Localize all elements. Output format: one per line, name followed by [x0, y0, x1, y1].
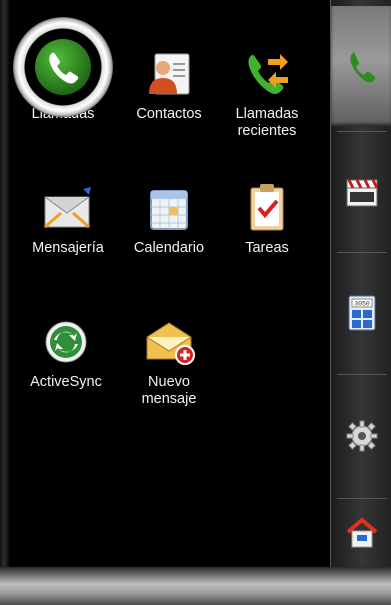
- contacts-icon: [149, 53, 190, 95]
- app-contactos[interactable]: Contactos: [123, 46, 215, 123]
- recent-calls-icon: [248, 54, 288, 94]
- category-sidebar: 3050: [330, 0, 391, 567]
- app-label: Calendario: [133, 240, 205, 256]
- sync-icon: [45, 321, 87, 363]
- left-frame-edge: [0, 0, 10, 567]
- clipboard-check-icon: [250, 184, 284, 231]
- sidebar-item-calculator[interactable]: 3050: [331, 253, 391, 373]
- clapperboard-icon: [346, 179, 378, 207]
- app-label: Contactos: [136, 106, 202, 122]
- app-label: Tareas: [245, 240, 289, 256]
- phone-icon-wrap: [13, 17, 113, 117]
- app-llamadas-recientes[interactable]: Llamadas recientes: [220, 46, 314, 140]
- app-llamadas[interactable]: Llamadas: [13, 17, 113, 123]
- calculator-display: 3050: [354, 301, 370, 308]
- app-label: Llamadas recientes: [235, 106, 299, 139]
- phone-icon: [349, 51, 375, 83]
- sidebar-divider: [337, 374, 387, 375]
- app-calendario[interactable]: Calendario: [123, 180, 215, 257]
- app-label: ActiveSync: [30, 374, 102, 390]
- gear-icon: [346, 420, 377, 452]
- calendar-icon: [150, 190, 188, 230]
- envelope-icon: [44, 187, 91, 229]
- app-nuevo-mensaje[interactable]: Nuevo mensaje: [123, 314, 215, 408]
- sidebar-item-home[interactable]: [331, 499, 391, 567]
- app-activesync[interactable]: ActiveSync: [18, 314, 114, 391]
- home-screen: Llamadas Contactos Llamadas recientes: [0, 0, 391, 605]
- new-message-icon: [146, 322, 195, 365]
- calculator-icon: 3050: [348, 295, 375, 331]
- sidebar-item-settings[interactable]: [331, 376, 391, 496]
- app-label: Nuevo mensaje: [141, 374, 197, 407]
- bottom-softkey-bar: [0, 567, 391, 605]
- sidebar-item-media[interactable]: [331, 132, 391, 252]
- app-label: Mensajería: [32, 240, 104, 256]
- home-icon: [346, 517, 377, 548]
- app-tareas[interactable]: Tareas: [225, 180, 309, 257]
- app-mensajeria[interactable]: Mensajería: [20, 180, 116, 257]
- sidebar-item-phone[interactable]: [331, 6, 391, 126]
- phone-icon: [35, 39, 91, 95]
